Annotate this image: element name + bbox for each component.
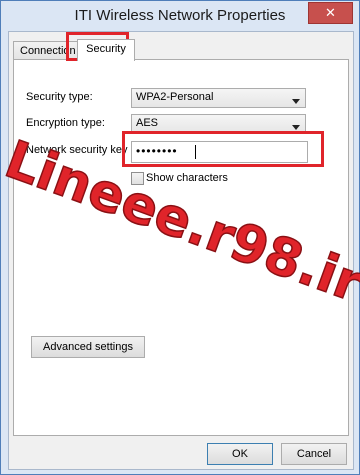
close-button[interactable]: ✕ bbox=[308, 2, 353, 24]
cancel-button[interactable]: Cancel bbox=[281, 443, 347, 465]
security-type-select[interactable]: WPA2-Personal bbox=[131, 88, 306, 108]
tab-security[interactable]: Security bbox=[77, 39, 135, 61]
ok-label: OK bbox=[232, 448, 248, 460]
title-bar[interactable]: ITI Wireless Network Properties ✕ bbox=[1, 1, 359, 31]
advanced-settings-button[interactable]: Advanced settings bbox=[31, 336, 145, 358]
dialog-window: ITI Wireless Network Properties ✕ Connec… bbox=[0, 0, 360, 475]
tab-security-label: Security bbox=[86, 43, 126, 55]
key-field-highlight bbox=[122, 131, 324, 167]
advanced-settings-label: Advanced settings bbox=[43, 341, 133, 353]
encryption-type-label: Encryption type: bbox=[26, 117, 105, 129]
security-panel: Security type: WPA2-Personal Encryption … bbox=[13, 59, 349, 436]
network-key-label: Network security key bbox=[26, 144, 128, 156]
show-characters-checkbox[interactable] bbox=[131, 172, 144, 185]
security-type-label: Security type: bbox=[26, 91, 93, 103]
ok-button[interactable]: OK bbox=[207, 443, 273, 465]
security-type-value: WPA2-Personal bbox=[136, 91, 214, 103]
close-icon: ✕ bbox=[325, 5, 336, 20]
show-characters-label[interactable]: Show characters bbox=[146, 172, 228, 184]
cancel-label: Cancel bbox=[296, 448, 332, 460]
dialog-client-area: Connection Security Security type: WPA2-… bbox=[8, 31, 354, 470]
chevron-down-icon bbox=[292, 95, 300, 107]
window-title: ITI Wireless Network Properties bbox=[74, 7, 286, 24]
encryption-type-value: AES bbox=[136, 117, 159, 129]
